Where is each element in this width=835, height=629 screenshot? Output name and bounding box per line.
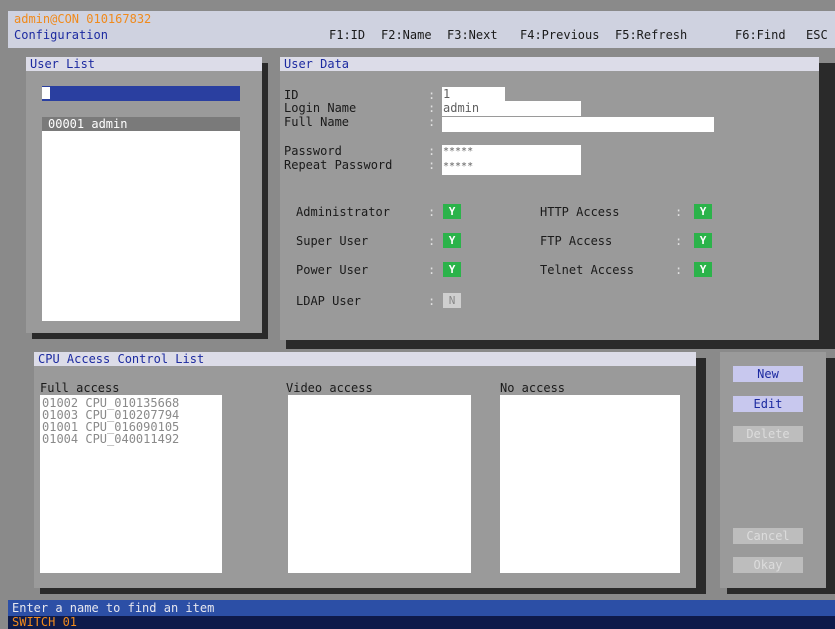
flag-telnet-access-toggle[interactable]: Y (694, 262, 712, 277)
flag-ftp-access-toggle[interactable]: Y (694, 233, 712, 248)
colon: : (428, 234, 436, 248)
colon: : (428, 294, 436, 308)
full-name-field[interactable] (442, 117, 714, 132)
user-list-panel: User List 00001 admin (26, 57, 262, 333)
fkey-name[interactable]: F2:Name (381, 28, 432, 42)
repeat-password-label: Repeat Password (284, 158, 393, 172)
id-field[interactable]: 1 (442, 87, 505, 102)
fkey-esc[interactable]: ESC (806, 28, 828, 42)
flag-administrator-toggle[interactable]: Y (443, 204, 461, 219)
flag-http-access-label: HTTP Access (540, 205, 620, 219)
user-data-title: User Data (280, 57, 819, 71)
flag-http-access-toggle[interactable]: Y (694, 204, 712, 219)
colon: : (428, 115, 436, 129)
fkey-next[interactable]: F3:Next (447, 28, 498, 42)
colon: : (675, 263, 683, 277)
colon: : (675, 234, 683, 248)
session-user: admin@CON 010167832 (14, 12, 152, 26)
full-name-label: Full Name (284, 115, 350, 129)
video-access-label: Video access (286, 381, 373, 395)
colon: : (428, 263, 436, 277)
colon: : (428, 205, 436, 219)
flag-telnet-access-label: Telnet Access (540, 263, 634, 277)
list-item[interactable]: 00001 admin (42, 117, 240, 131)
cpu-acl-panel: CPU Access Control List Full access Vide… (34, 352, 696, 588)
id-label: ID (284, 88, 299, 102)
login-name-label: Login Name (284, 101, 357, 115)
delete-button[interactable]: Delete (733, 426, 803, 442)
flag-administrator-label: Administrator (296, 205, 390, 219)
new-button[interactable]: New (733, 366, 803, 382)
full-access-list[interactable]: 01002 CPU_010135668 01003 CPU_010207794 … (40, 395, 222, 573)
no-access-list[interactable] (500, 395, 680, 573)
flag-super-user-label: Super User (296, 234, 369, 248)
okay-button[interactable]: Okay (733, 557, 803, 573)
flag-ldap-user-label: LDAP User (296, 294, 362, 308)
password-field[interactable]: ***** (442, 145, 581, 160)
fkey-find[interactable]: F6:Find (735, 28, 786, 42)
user-data-panel: User Data ID : 1 Login Name : admin Full… (280, 57, 819, 340)
list-item[interactable]: 01004 CPU_040011492 (42, 433, 179, 445)
flag-ftp-access-label: FTP Access (540, 234, 613, 248)
menu-title: Configuration (14, 28, 108, 42)
video-access-list[interactable] (288, 395, 471, 573)
colon: : (428, 88, 436, 102)
colon: : (428, 158, 436, 172)
full-access-label: Full access (40, 381, 120, 395)
no-access-label: No access (500, 381, 566, 395)
button-panel: New Edit Delete Cancel Okay (720, 352, 826, 588)
user-search-input[interactable] (42, 86, 240, 101)
user-list-title: User List (26, 57, 262, 71)
edit-button[interactable]: Edit (733, 396, 803, 412)
cancel-button[interactable]: Cancel (733, 528, 803, 544)
flag-power-user-toggle[interactable]: Y (443, 262, 461, 277)
colon: : (675, 205, 683, 219)
colon: : (428, 101, 436, 115)
repeat-password-field[interactable]: ***** (442, 160, 581, 175)
text-cursor (42, 87, 50, 99)
password-label: Password (284, 144, 342, 158)
cpu-acl-title: CPU Access Control List (34, 352, 696, 366)
flag-ldap-user-toggle[interactable]: N (443, 293, 461, 308)
status-message: Enter a name to find an item (8, 600, 835, 616)
fkey-id[interactable]: F1:ID (329, 28, 365, 42)
switch-indicator: SWITCH 01 (8, 616, 835, 629)
fkey-refresh[interactable]: F5:Refresh (615, 28, 687, 42)
user-list-box[interactable]: 00001 admin (42, 117, 240, 321)
login-name-field[interactable]: admin (442, 101, 581, 116)
flag-super-user-toggle[interactable]: Y (443, 233, 461, 248)
fkey-previous[interactable]: F4:Previous (520, 28, 599, 42)
colon: : (428, 144, 436, 158)
flag-power-user-label: Power User (296, 263, 369, 277)
title-bar: admin@CON 010167832 Configuration F1:ID … (8, 11, 835, 48)
